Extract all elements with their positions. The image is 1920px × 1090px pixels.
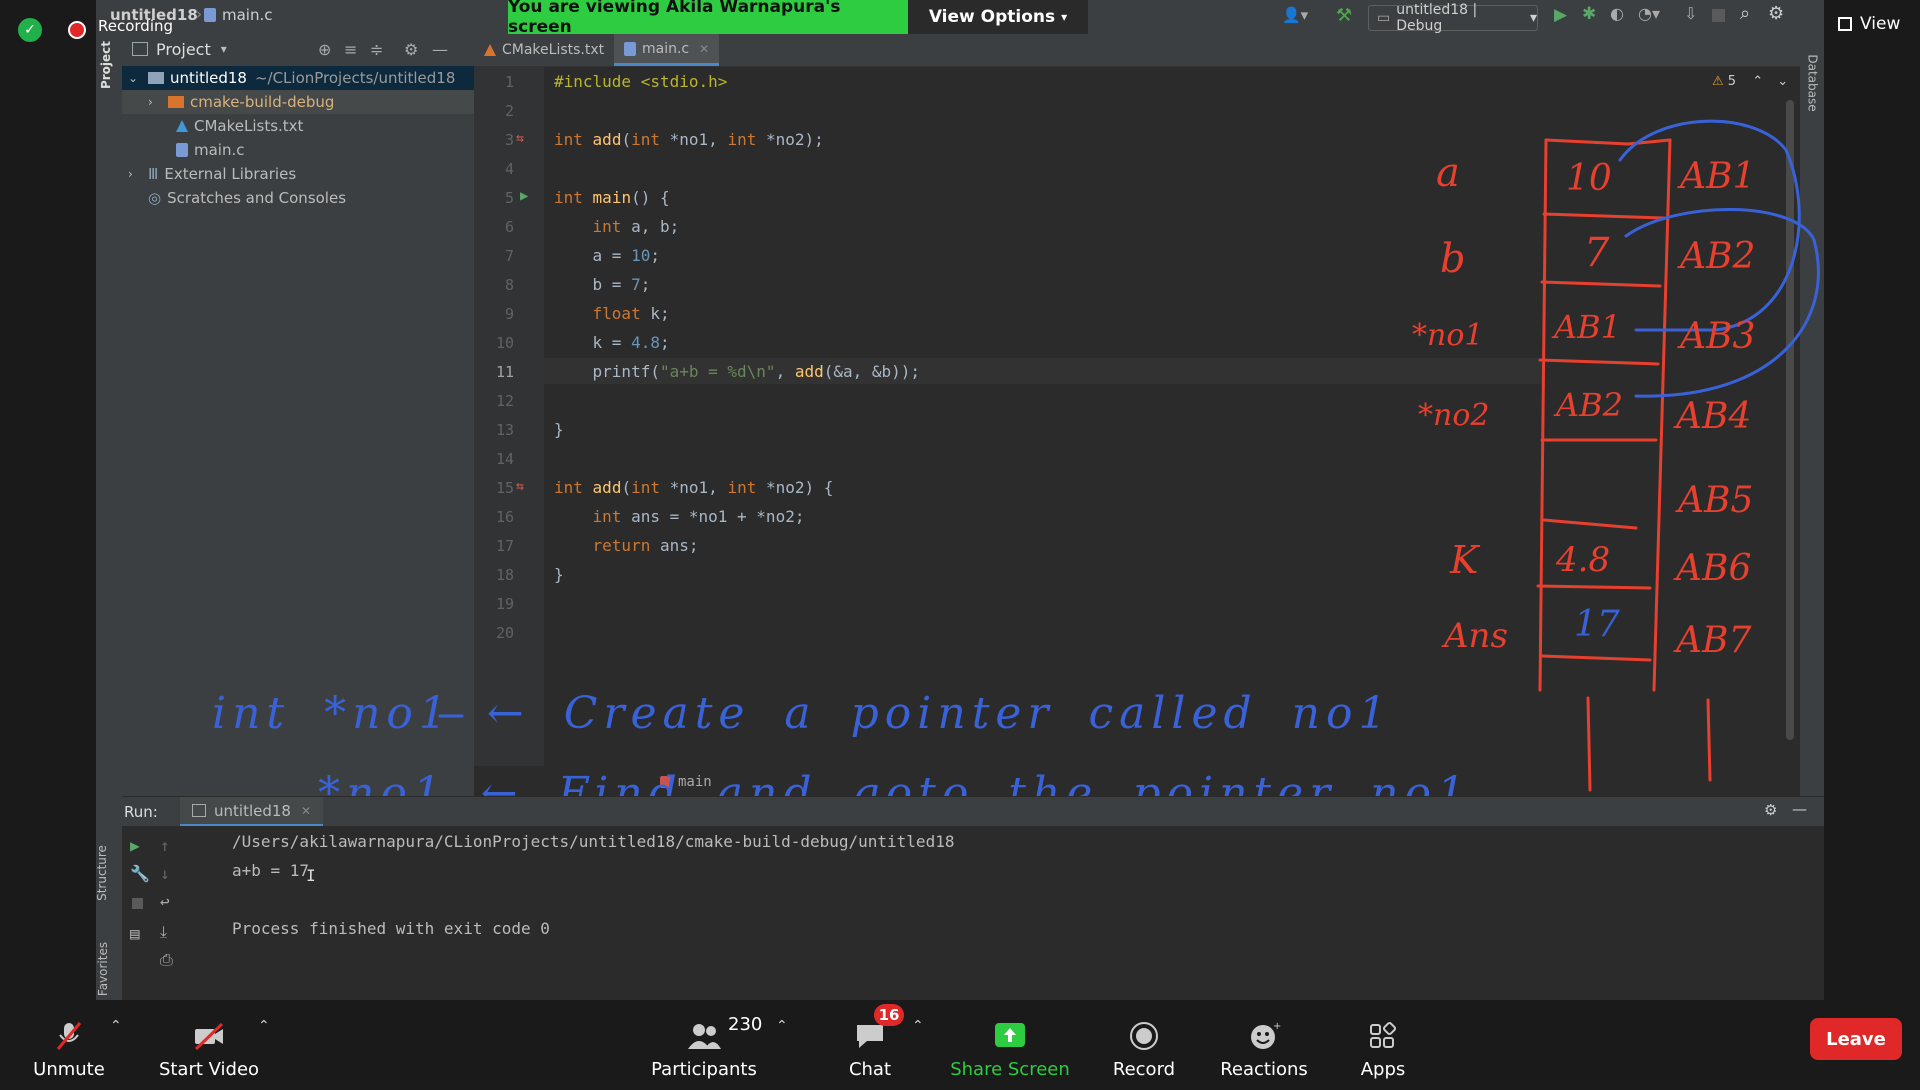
record-icon	[1130, 1022, 1158, 1050]
leave-button[interactable]: Leave	[1810, 1018, 1902, 1060]
participants-icon	[688, 1024, 721, 1049]
stop-icon[interactable]	[132, 898, 143, 909]
memory-address: AB7	[1676, 620, 1752, 661]
memory-value: AB2	[1556, 386, 1623, 424]
scroll-to-end-icon[interactable]: ⤓	[160, 922, 167, 942]
memory-var-label: Ans	[1444, 616, 1508, 656]
apps-label: Apps	[1360, 1059, 1406, 1080]
run-tab[interactable]: untitled18 ✕	[180, 797, 324, 827]
minimize-icon[interactable]: —	[1792, 800, 1807, 818]
reactions-label: Reactions	[1220, 1059, 1308, 1080]
reactions-button[interactable]: + Reactions	[1216, 1000, 1312, 1090]
share-screen-label: Share Screen	[950, 1059, 1070, 1080]
svg-text:+: +	[1273, 1021, 1281, 1032]
run-panel-header: Run: untitled18 ✕ ⚙ —	[122, 796, 1824, 827]
memory-address: AB6	[1676, 548, 1752, 589]
unmute-button[interactable]: Unmute	[28, 1000, 110, 1090]
chat-chevron-icon[interactable]: ⌃	[912, 1018, 924, 1034]
gear-icon[interactable]: ⚙	[1764, 801, 1777, 819]
apps-icon	[1370, 1021, 1397, 1048]
reactions-icon: +	[1251, 1021, 1281, 1049]
recording-icon	[68, 21, 86, 39]
memory-value: AB1	[1554, 308, 1621, 346]
run-tab-label: untitled18	[214, 801, 291, 820]
memory-var-label: *no2	[1418, 398, 1490, 433]
view-label: View	[1860, 14, 1901, 34]
memory-address: AB4	[1676, 396, 1752, 437]
layout-icon[interactable]: ▤	[130, 924, 140, 943]
zoom-left-strip: ✓	[0, 0, 96, 1000]
up-arrow-icon[interactable]: ↑	[160, 836, 170, 855]
run-label: Run:	[124, 803, 158, 821]
unmute-label: Unmute	[33, 1059, 105, 1080]
memory-address: AB2	[1680, 236, 1756, 277]
participants-chevron-icon[interactable]: ⌃	[776, 1018, 788, 1034]
view-button[interactable]: View	[1838, 14, 1900, 34]
clion-window: Recording untitled18 › main.c 👤▾ ⚒ ▭ unt…	[96, 0, 1824, 1000]
console-line: Process finished with exit code 0	[232, 919, 550, 938]
print-icon[interactable]: ⎙	[160, 950, 173, 970]
chat-label: Chat	[848, 1059, 892, 1080]
memory-var-label: b	[1440, 236, 1466, 282]
video-off-icon	[194, 1022, 224, 1051]
memory-value: 7	[1584, 230, 1610, 276]
run-console[interactable]: ▶ ↑ 🔧 ↓ ↩ ▤ ⤓ ⎙ /Users/akilawarnapura/CL…	[122, 826, 1824, 1000]
memory-address: AB1	[1680, 156, 1756, 197]
start-video-button[interactable]: Start Video	[156, 1000, 262, 1090]
zoom-toolbar: Unmute ⌃ Start Video ⌃ Participants 230 …	[0, 1000, 1920, 1080]
participants-label: Participants	[651, 1059, 757, 1080]
apps-button[interactable]: Apps	[1350, 1000, 1416, 1090]
security-shield-icon[interactable]: ✓	[18, 18, 42, 42]
memory-var-label: a	[1436, 150, 1460, 196]
grid-view-icon	[1838, 17, 1852, 31]
memory-address: AB3	[1680, 316, 1756, 357]
start-video-label: Start Video	[158, 1059, 260, 1080]
memory-value: 17	[1574, 604, 1620, 645]
memory-address: AB5	[1678, 480, 1754, 521]
share-screen-button[interactable]: Share Screen	[950, 1000, 1070, 1090]
memory-value: 10	[1566, 158, 1612, 199]
participant-count: 230	[728, 1014, 763, 1035]
share-screen-icon	[995, 1023, 1025, 1047]
handwritten-note-1: int *no1 ← Create a pointer called no1	[212, 688, 1393, 739]
text-cursor-icon: I	[306, 866, 316, 885]
memory-var-label: *no1	[1412, 318, 1484, 353]
console-line: /Users/akilawarnapura/CLionProjects/unti…	[232, 832, 955, 851]
soft-wrap-icon[interactable]: ↩	[160, 892, 170, 911]
down-arrow-icon[interactable]: ↓	[160, 864, 170, 883]
record-label: Record	[1112, 1059, 1176, 1080]
microphone-muted-icon	[56, 1022, 82, 1050]
close-icon[interactable]: ✕	[301, 804, 311, 818]
chat-badge: 16	[874, 1004, 904, 1026]
audio-options-chevron-icon[interactable]: ⌃	[110, 1018, 122, 1034]
run-toolbar: ▶ ↑ 🔧 ↓ ↩ ▤ ⤓ ⎙	[122, 826, 202, 1000]
memory-value: 4.8	[1556, 540, 1611, 580]
rerun-icon[interactable]: ▶	[130, 836, 140, 855]
wrench-icon[interactable]: 🔧	[130, 864, 150, 883]
video-options-chevron-icon[interactable]: ⌃	[258, 1018, 270, 1034]
record-button[interactable]: Record	[1104, 1000, 1184, 1090]
memory-var-label: K	[1450, 538, 1479, 582]
zoom-right-strip: View	[1824, 0, 1920, 1000]
console-line: a+b = 17	[232, 861, 310, 880]
console-icon	[192, 804, 206, 817]
